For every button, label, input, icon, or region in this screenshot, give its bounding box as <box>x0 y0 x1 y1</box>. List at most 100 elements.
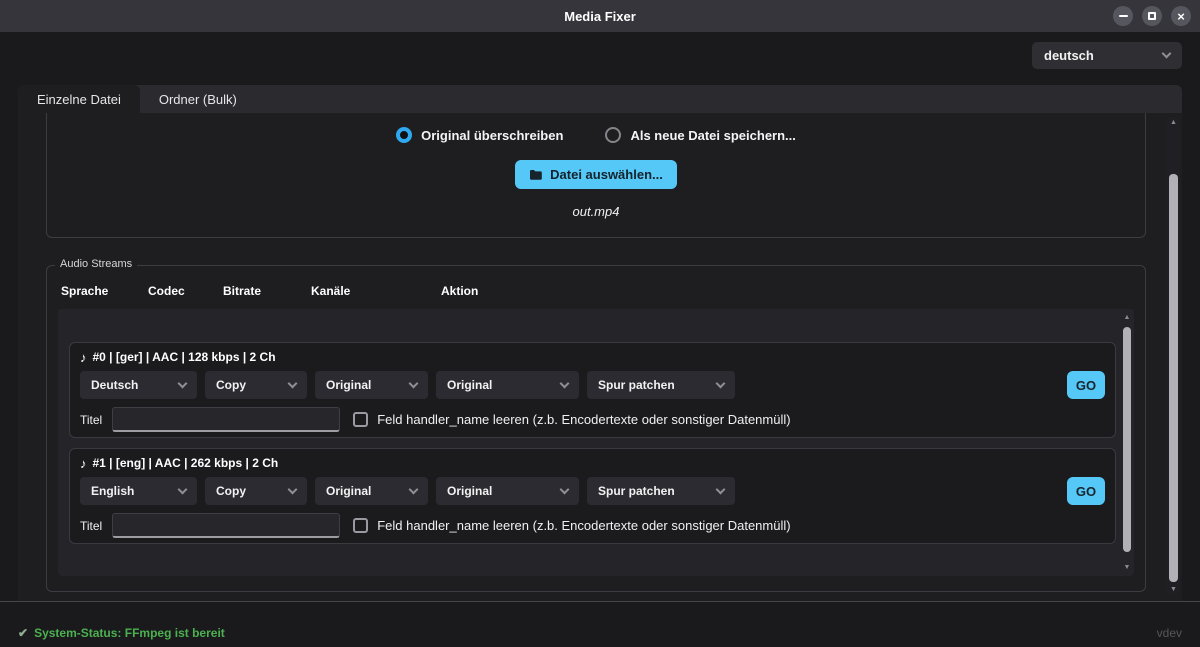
stream-1-codec-dropdown[interactable]: Copy <box>205 477 307 505</box>
stream-0-codec-dropdown[interactable]: Copy <box>205 371 307 399</box>
media-fixer-window: Media Fixer × deutsch Einzelne Datei Ord… <box>0 0 1200 647</box>
stream-1-handler-checkbox-label: Feld handler_name leeren (z.b. Encoderte… <box>377 518 790 533</box>
stream-1-action-value: Spur patchen <box>598 484 675 498</box>
close-icon: × <box>1177 10 1185 23</box>
minimize-button[interactable] <box>1113 6 1133 26</box>
chevron-down-icon <box>1162 49 1172 59</box>
stream-1-language-dropdown[interactable]: English <box>80 477 197 505</box>
stream-0-bitrate-dropdown[interactable]: Original <box>315 371 428 399</box>
maximize-button[interactable] <box>1142 6 1162 26</box>
stream-0-handler-checkbox-label: Feld handler_name leeren (z.b. Encoderte… <box>377 412 790 427</box>
radio-unselected-icon[interactable] <box>605 127 621 143</box>
minimize-icon <box>1119 15 1128 17</box>
music-note-icon: ♪ <box>80 457 87 470</box>
stream-1-go-button[interactable]: GO <box>1067 477 1105 505</box>
stream-row-0: ♪ #0 | [ger] | AAC | 128 kbps | 2 Ch Deu… <box>69 342 1116 438</box>
window-title: Media Fixer <box>564 9 636 24</box>
stream-0-channels-value: Original <box>447 378 492 392</box>
stream-0-language-dropdown[interactable]: Deutsch <box>80 371 197 399</box>
selected-filename: out.mp4 <box>573 204 620 219</box>
stream-1-title-input[interactable] <box>112 513 340 538</box>
window-controls: × <box>1113 6 1191 26</box>
column-header-sprache: Sprache <box>61 284 108 298</box>
statusbar-divider <box>0 601 1200 602</box>
stream-1-title-row: Titel Feld handler_name leeren (z.b. Enc… <box>80 513 1105 538</box>
chevron-down-icon <box>178 484 188 494</box>
stream-0-handler-checkbox[interactable] <box>353 412 368 427</box>
stream-1-controls: English Copy Original Original Spur patc… <box>80 477 1105 505</box>
scrollbar-thumb[interactable] <box>1169 174 1178 582</box>
stream-1-info: #1 | [eng] | AAC | 262 kbps | 2 Ch <box>93 456 279 470</box>
close-button[interactable]: × <box>1171 6 1191 26</box>
stream-1-handler-checkbox[interactable] <box>353 518 368 533</box>
stream-0-controls: Deutsch Copy Original Original Spur patc… <box>80 371 1105 399</box>
stream-0-action-dropdown[interactable]: Spur patchen <box>587 371 735 399</box>
tab-single-file[interactable]: Einzelne Datei <box>18 85 140 113</box>
audio-streams-legend: Audio Streams <box>55 258 137 270</box>
chevron-down-icon <box>560 378 570 388</box>
file-selection-groupbox: Original überschreiben Als neue Datei sp… <box>46 113 1146 238</box>
streams-list-viewport: ♪ #0 | [ger] | AAC | 128 kbps | 2 Ch Deu… <box>58 309 1134 576</box>
chevron-down-icon <box>288 378 298 388</box>
stream-0-channels-dropdown[interactable]: Original <box>436 371 579 399</box>
tab-bulk-folder[interactable]: Ordner (Bulk) <box>140 85 256 113</box>
tab-single-file-label: Einzelne Datei <box>37 92 121 107</box>
audio-streams-groupbox: Audio Streams Sprache Codec Bitrate Kanä… <box>46 265 1146 592</box>
radio-save-as-new-label: Als neue Datei speichern... <box>630 128 795 143</box>
system-status: ✔ System-Status: FFmpeg ist bereit <box>18 626 225 640</box>
scrollbar-track[interactable] <box>1167 128 1180 584</box>
stream-row-1: ♪ #1 | [eng] | AAC | 262 kbps | 2 Ch Eng… <box>69 448 1116 544</box>
stream-1-language-value: English <box>91 484 134 498</box>
radio-save-as-new[interactable]: Als neue Datei speichern... <box>605 127 795 143</box>
music-note-icon: ♪ <box>80 351 87 364</box>
language-dropdown[interactable]: deutsch <box>1032 42 1182 69</box>
chevron-down-icon <box>560 484 570 494</box>
column-header-aktion: Aktion <box>441 284 478 298</box>
stream-1-bitrate-dropdown[interactable]: Original <box>315 477 428 505</box>
scrollbar-thumb[interactable] <box>1123 327 1131 552</box>
output-mode-radios: Original überschreiben Als neue Datei sp… <box>396 127 796 143</box>
language-dropdown-value: deutsch <box>1044 48 1094 63</box>
stream-0-title-row: Titel Feld handler_name leeren (z.b. Enc… <box>80 407 1105 432</box>
stream-0-title-label: Titel <box>80 413 102 427</box>
scroll-up-icon[interactable]: ▲ <box>1124 312 1131 323</box>
column-header-codec: Codec <box>148 284 185 298</box>
tab-content-panel: Original überschreiben Als neue Datei sp… <box>18 113 1182 601</box>
scrollbar-track[interactable] <box>1121 323 1133 562</box>
chevron-down-icon <box>716 378 726 388</box>
scroll-down-icon[interactable]: ▼ <box>1170 584 1177 595</box>
tab-bulk-folder-label: Ordner (Bulk) <box>159 92 237 107</box>
streams-list-scrollbar[interactable]: ▲ ▼ <box>1121 312 1133 573</box>
radio-overwrite-original[interactable]: Original überschreiben <box>396 127 563 143</box>
stream-1-action-dropdown[interactable]: Spur patchen <box>587 477 735 505</box>
chevron-down-icon <box>178 378 188 388</box>
stream-1-channels-dropdown[interactable]: Original <box>436 477 579 505</box>
stream-0-codec-value: Copy <box>216 378 246 392</box>
chevron-down-icon <box>288 484 298 494</box>
chevron-down-icon <box>409 378 419 388</box>
panel-scrollbar[interactable]: ▲ ▼ <box>1167 117 1180 595</box>
check-icon: ✔ <box>18 626 28 640</box>
stream-0-language-value: Deutsch <box>91 378 138 392</box>
column-header-kanaele: Kanäle <box>311 284 350 298</box>
choose-file-button[interactable]: Datei auswählen... <box>515 160 677 189</box>
stream-0-go-button[interactable]: GO <box>1067 371 1105 399</box>
chevron-down-icon <box>409 484 419 494</box>
stream-1-title-label: Titel <box>80 519 102 533</box>
titlebar[interactable]: Media Fixer × <box>0 0 1200 32</box>
version-label: vdev <box>1157 626 1182 640</box>
scroll-up-icon[interactable]: ▲ <box>1170 117 1177 128</box>
chevron-down-icon <box>716 484 726 494</box>
stream-0-info: #0 | [ger] | AAC | 128 kbps | 2 Ch <box>93 350 276 364</box>
stream-0-header: ♪ #0 | [ger] | AAC | 128 kbps | 2 Ch <box>80 350 1105 364</box>
tabbar: Einzelne Datei Ordner (Bulk) <box>18 85 1182 113</box>
scroll-down-icon[interactable]: ▼ <box>1124 562 1131 573</box>
stream-0-title-input[interactable] <box>112 407 340 432</box>
maximize-icon <box>1148 12 1156 20</box>
radio-selected-icon[interactable] <box>396 127 412 143</box>
radio-overwrite-label: Original überschreiben <box>421 128 563 143</box>
system-status-text: System-Status: FFmpeg ist bereit <box>34 626 225 640</box>
stream-1-channels-value: Original <box>447 484 492 498</box>
stream-0-action-value: Spur patchen <box>598 378 675 392</box>
column-header-bitrate: Bitrate <box>223 284 261 298</box>
